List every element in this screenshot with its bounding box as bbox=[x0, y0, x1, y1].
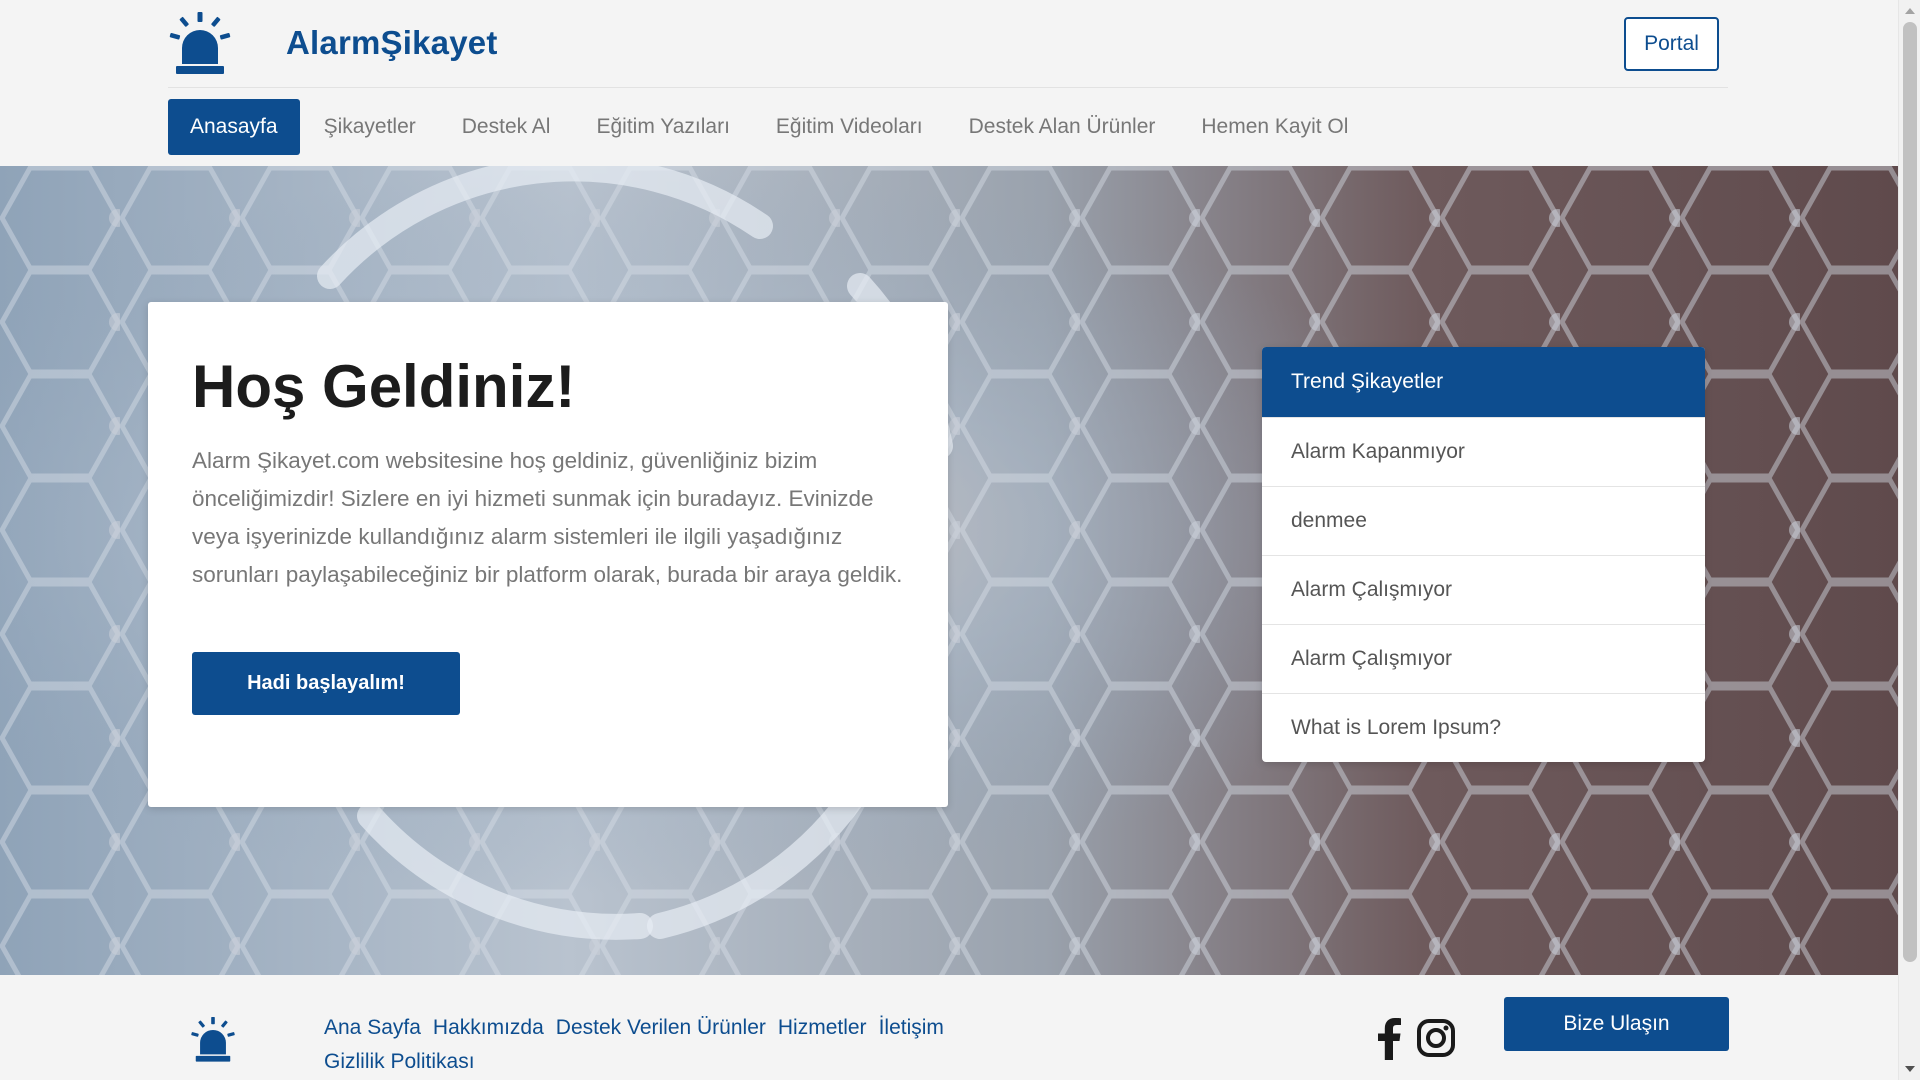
trend-item[interactable]: What is Lorem Ipsum? bbox=[1262, 693, 1705, 762]
site-header: AlarmŞikayet Portal Anasayfa Şikayetler … bbox=[0, 0, 1898, 166]
welcome-title: Hoş Geldiniz! bbox=[192, 353, 576, 420]
scroll-up-icon[interactable] bbox=[1905, 8, 1915, 14]
facebook-icon[interactable] bbox=[1376, 1016, 1402, 1060]
brand-name[interactable]: AlarmŞikayet bbox=[286, 24, 498, 62]
alarm-siren-icon[interactable] bbox=[190, 1017, 236, 1063]
welcome-text: Alarm Şikayet.com websitesine hoş geldin… bbox=[192, 448, 903, 587]
trend-item[interactable]: Alarm Çalışmıyor bbox=[1262, 624, 1705, 693]
contact-us-button[interactable]: Bize Ulaşın bbox=[1504, 997, 1729, 1051]
instagram-icon[interactable] bbox=[1416, 1018, 1456, 1058]
nav-item-destek-al[interactable]: Destek Al bbox=[440, 99, 573, 155]
scroll-down-icon[interactable] bbox=[1905, 1066, 1915, 1072]
trend-item[interactable]: denmee bbox=[1262, 486, 1705, 555]
nav-item-anasayfa[interactable]: Anasayfa bbox=[168, 99, 300, 155]
nav-item-egitim-yazilari[interactable]: Eğitim Yazıları bbox=[574, 99, 751, 155]
nav-item-egitim-videolari[interactable]: Eğitim Videoları bbox=[754, 99, 945, 155]
page: AlarmŞikayet Portal Anasayfa Şikayetler … bbox=[0, 0, 1920, 1080]
nav-item-destek-alan-urunler[interactable]: Destek Alan Ürünler bbox=[947, 99, 1178, 155]
trend-item[interactable]: Alarm Kapanmıyor bbox=[1262, 417, 1705, 486]
footer-link-gizlilik-politikasi[interactable]: Gizlilik Politikası bbox=[324, 1046, 475, 1078]
welcome-card: Hoş Geldiniz! Alarm Şikayet.com websites… bbox=[148, 302, 948, 807]
footer-links: Ana Sayfa Hakkımızda Destek Verilen Ürün… bbox=[324, 1012, 1004, 1078]
scroll-thumb[interactable] bbox=[1903, 22, 1917, 962]
hero-section: Hoş Geldiniz! Alarm Şikayet.com websites… bbox=[0, 166, 1898, 975]
brand-row: AlarmŞikayet Portal bbox=[168, 0, 1728, 88]
site-footer: Ana Sayfa Hakkımızda Destek Verilen Ürün… bbox=[0, 975, 1898, 1080]
trend-complaints-title: Trend Şikayetler bbox=[1262, 347, 1705, 417]
main-nav: Anasayfa Şikayetler Destek Al Eğitim Yaz… bbox=[168, 99, 1372, 155]
page-scrollbar[interactable] bbox=[1898, 0, 1920, 1080]
footer-link-ana-sayfa[interactable]: Ana Sayfa bbox=[324, 1012, 421, 1044]
footer-link-hakkimizda[interactable]: Hakkımızda bbox=[433, 1012, 544, 1044]
nav-item-sikayetler[interactable]: Şikayetler bbox=[302, 99, 438, 155]
alarm-siren-icon[interactable] bbox=[168, 12, 232, 76]
get-started-button[interactable]: Hadi başlayalım! bbox=[192, 652, 460, 715]
footer-link-destek-verilen-urunler[interactable]: Destek Verilen Ürünler bbox=[556, 1012, 766, 1044]
trend-item[interactable]: Alarm Çalışmıyor bbox=[1262, 555, 1705, 624]
footer-link-hizmetler[interactable]: Hizmetler bbox=[778, 1012, 867, 1044]
footer-link-iletisim[interactable]: İletişim bbox=[879, 1012, 944, 1044]
trend-complaints-card: Trend Şikayetler Alarm Kapanmıyor denmee… bbox=[1262, 347, 1705, 762]
portal-button[interactable]: Portal bbox=[1624, 17, 1719, 71]
nav-item-hemen-kayit-ol[interactable]: Hemen Kayit Ol bbox=[1179, 99, 1370, 155]
